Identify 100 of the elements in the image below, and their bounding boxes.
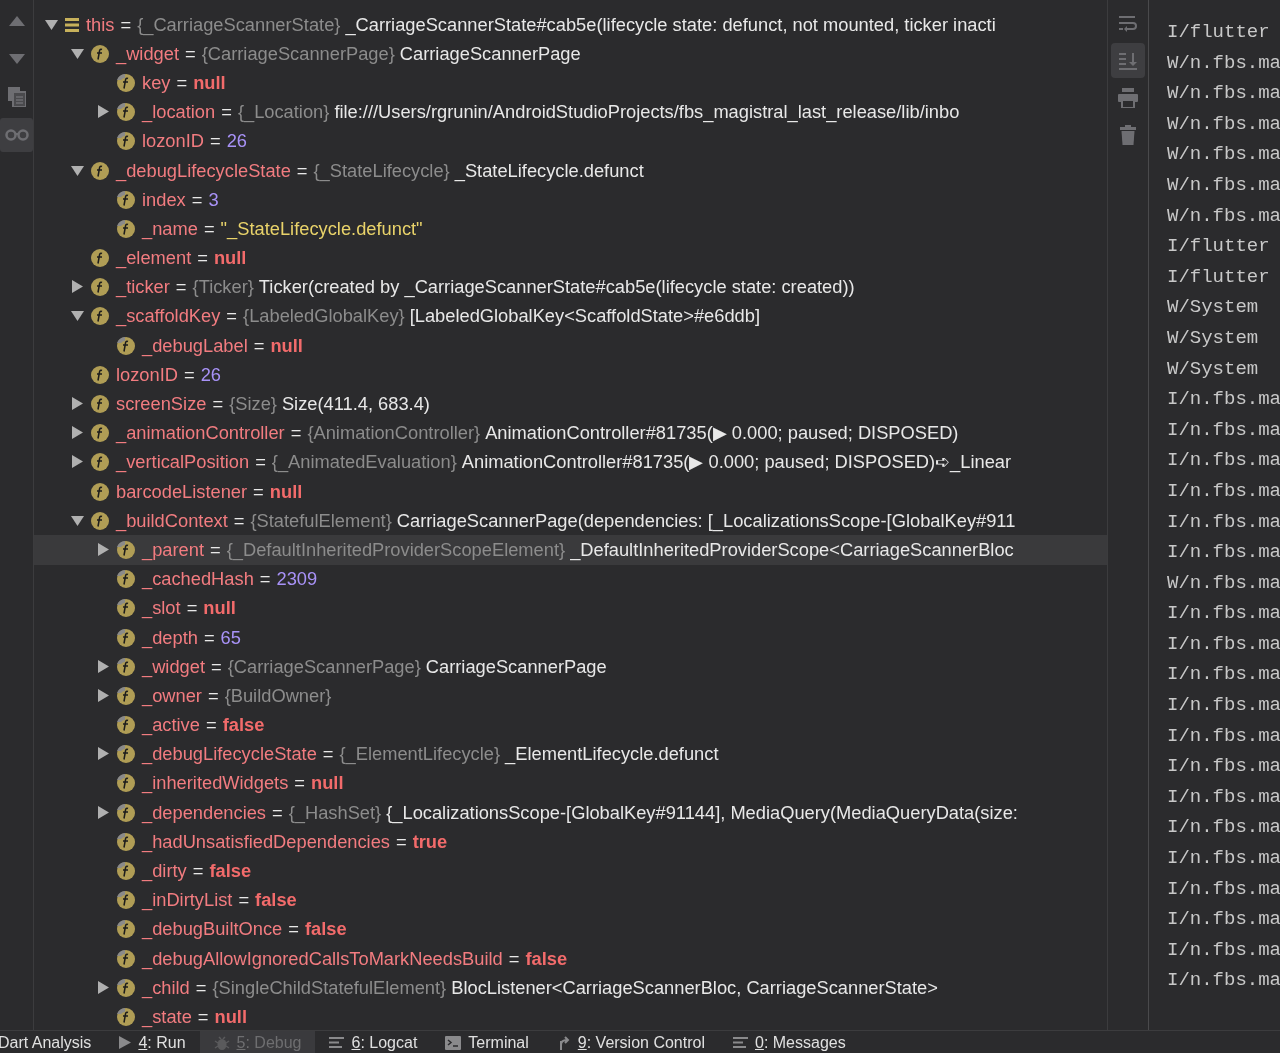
caret-icon[interactable] <box>70 163 84 177</box>
variable-row[interactable]: screenSize = {Size} Size(411.4, 683.4) <box>34 389 1107 419</box>
caret-icon[interactable] <box>96 542 110 556</box>
variable-value: null <box>203 597 236 620</box>
copy-icon[interactable] <box>7 87 26 107</box>
variable-value: null <box>269 480 303 503</box>
variable-row[interactable]: _location = {_Location} file:///Users/rgrunin/AndroidStudioProjects/fbs_magistral_last_release/lib/inbo <box>34 97 1107 127</box>
tool-window-tab[interactable]: 9: Version Control <box>542 1031 719 1053</box>
variable-row[interactable]: barcodeListener = null <box>34 477 1107 507</box>
caret-icon[interactable] <box>96 805 110 819</box>
field-icon <box>90 277 110 298</box>
variable-name: _debugLifecycleState <box>142 743 317 766</box>
variable-row[interactable]: _debugLifecycleState = {_ElementLifecycle} _ElementLifecycle.defunct <box>34 739 1107 769</box>
caret-icon[interactable] <box>96 747 110 761</box>
variable-row[interactable]: _debugBuiltOnce = false <box>34 914 1107 944</box>
caret-icon[interactable] <box>96 980 110 994</box>
variable-value: file:///Users/rgrunin/AndroidStudioProjects/fbs_magistral_last_release/lib/inbo <box>334 101 960 124</box>
variable-row[interactable]: _active = false <box>34 710 1107 740</box>
variable-row[interactable]: _name = "_StateLifecycle.defunct" <box>34 214 1107 244</box>
variable-row[interactable]: _widget = {CarriageScannerPage} CarriageScannerPage <box>34 39 1107 69</box>
tool-window-tab[interactable]: 4: Run <box>105 1031 200 1053</box>
caret-icon[interactable] <box>70 309 84 323</box>
variable-value: Ticker(created by _CarriageScannerState#cab5e(lifecycle state: created)) <box>258 276 855 299</box>
variable-row[interactable]: _scaffoldKey = {LabeledGlobalKey} [LabeledGlobalKey<ScaffoldState>#e6ddb] <box>34 301 1107 332</box>
variable-row[interactable]: _verticalPosition = {_AnimatedEvaluation} AnimationController#81735(▶ 0.000; paused; DISPOSED)➪_Linear <box>34 447 1107 477</box>
variable-value: CarriageScannerPage <box>399 42 581 65</box>
caret-icon[interactable] <box>70 46 84 60</box>
variable-type: {SingleChildStatefulElement} <box>212 976 447 999</box>
caret-icon[interactable] <box>96 105 110 119</box>
log-line: I/n.fbs.ma <box>1167 876 1280 902</box>
equals-sign: = <box>185 42 196 65</box>
caret-icon[interactable] <box>70 280 84 294</box>
caret-icon[interactable] <box>70 426 84 440</box>
variable-row[interactable]: _debugAllowIgnoredCallsToMarkNeedsBuild = false <box>34 944 1107 974</box>
equals-sign: = <box>195 976 207 999</box>
variable-row[interactable]: _dirty = false <box>34 856 1107 886</box>
variable-row[interactable]: _slot = null <box>34 593 1107 623</box>
up-arrow-icon[interactable] <box>8 16 25 26</box>
variable-name: _active <box>142 714 200 737</box>
variable-row[interactable]: _widget = {CarriageScannerPage} CarriageScannerPage <box>34 652 1107 682</box>
log-line: W/n.fbs.ma <box>1167 203 1280 229</box>
variable-type: {BuildOwner} <box>224 684 332 707</box>
soft-wrap-icon[interactable] <box>1118 14 1138 33</box>
log-line: I/n.fbs.ma <box>1167 417 1280 443</box>
caret-icon[interactable] <box>96 659 110 673</box>
variable-value: 65 <box>220 626 241 649</box>
equals-sign: = <box>210 130 221 153</box>
variable-row[interactable]: lozonID = 26 <box>34 360 1107 390</box>
equals-sign: = <box>203 626 215 649</box>
variable-row[interactable]: _cachedHash = 2309 <box>34 564 1107 594</box>
variable-row[interactable]: key = null <box>34 68 1107 98</box>
printer-icon[interactable] <box>1118 87 1138 108</box>
tool-window-tab[interactable]: 6: Logcat <box>315 1031 432 1053</box>
variable-name: screenSize <box>116 393 207 416</box>
down-arrow-icon[interactable] <box>8 54 25 64</box>
tool-window-tab[interactable]: 0: Messages <box>719 1031 860 1053</box>
variable-name: _debugBuiltOnce <box>142 918 283 941</box>
variable-type: {Size} <box>229 393 277 416</box>
variable-value: _ElementLifecycle.defunct <box>505 743 719 766</box>
variable-row[interactable]: _depth = 65 <box>34 622 1107 653</box>
tool-window-tab[interactable]: Dart Analysis <box>0 1031 106 1053</box>
log-line: I/n.fbs.ma <box>1167 540 1280 566</box>
variable-row[interactable]: _debugLifecycleState = {_StateLifecycle} _StateLifecycle.defunct <box>34 155 1107 186</box>
equals-sign: = <box>197 1005 209 1028</box>
variable-value: true <box>412 830 448 853</box>
variable-row[interactable]: _parent = {_DefaultInheritedProviderScopeElement} _DefaultInheritedProviderScope<CarriageScannerBloc <box>34 535 1107 565</box>
caret-icon[interactable] <box>70 455 84 469</box>
variable-row[interactable]: _hadUnsatisfiedDependencies = true <box>34 827 1107 857</box>
variable-row[interactable]: _ticker = {Ticker} Ticker(created by _CarriageScannerState#cab5e(lifecycle state: created)) <box>34 272 1107 302</box>
variable-row[interactable]: lozonID = 26 <box>34 126 1107 156</box>
caret-icon[interactable] <box>44 17 58 31</box>
variable-row[interactable]: this = {_CarriageScannerState} _CarriageScannerState#cab5e(lifecycle state: defunct, not mounted, ticker inacti <box>34 10 1107 40</box>
variable-name: _state <box>142 1005 192 1028</box>
variable-value: null <box>214 1005 247 1028</box>
variable-row[interactable]: _element = null <box>34 243 1107 273</box>
field-icon <box>90 364 110 385</box>
log-line: W/n.fbs.ma <box>1167 142 1280 168</box>
variable-row[interactable]: _state = null <box>34 1002 1107 1030</box>
variable-row[interactable]: _inheritedWidgets = null <box>34 768 1107 799</box>
variable-name: _parent <box>142 538 204 561</box>
tool-window-tab[interactable]: Terminal <box>431 1031 543 1053</box>
equals-sign: = <box>191 188 203 211</box>
caret-icon[interactable] <box>70 397 84 411</box>
variable-row[interactable]: _debugLabel = null <box>34 331 1107 361</box>
variable-row[interactable]: _dependencies = {_HashSet} {_LocalizationsScope-[GlobalKey#91144], MediaQuery(MediaQueryData(size: <box>34 798 1107 828</box>
variable-row[interactable]: _owner = {BuildOwner} <box>34 681 1107 711</box>
trash-icon[interactable] <box>1120 124 1136 145</box>
variable-value: null <box>193 71 226 94</box>
variable-row[interactable]: _buildContext = {StatefulElement} CarriageScannerPage(dependencies: [_LocalizationsScope-[GlobalKey#911 <box>34 506 1107 536</box>
variable-value: "_StateLifecycle.defunct" <box>220 217 423 240</box>
equals-sign: = <box>288 918 299 941</box>
caret-icon[interactable] <box>96 688 110 702</box>
variable-row[interactable]: _inDirtyList = false <box>34 885 1107 915</box>
variable-row[interactable]: _child = {SingleChildStatefulElement} BlocListener<CarriageScannerBloc, CarriageScannerState> <box>34 973 1107 1003</box>
equals-sign: = <box>322 743 334 766</box>
variable-row[interactable]: _animationController = {AnimationController} AnimationController#81735(▶ 0.000; paused; DISPOSED) <box>34 418 1107 448</box>
caret-icon[interactable] <box>70 513 84 527</box>
variable-row[interactable]: index = 3 <box>34 185 1107 215</box>
variable-value: CarriageScannerPage <box>425 655 607 678</box>
equals-sign: = <box>210 538 221 561</box>
